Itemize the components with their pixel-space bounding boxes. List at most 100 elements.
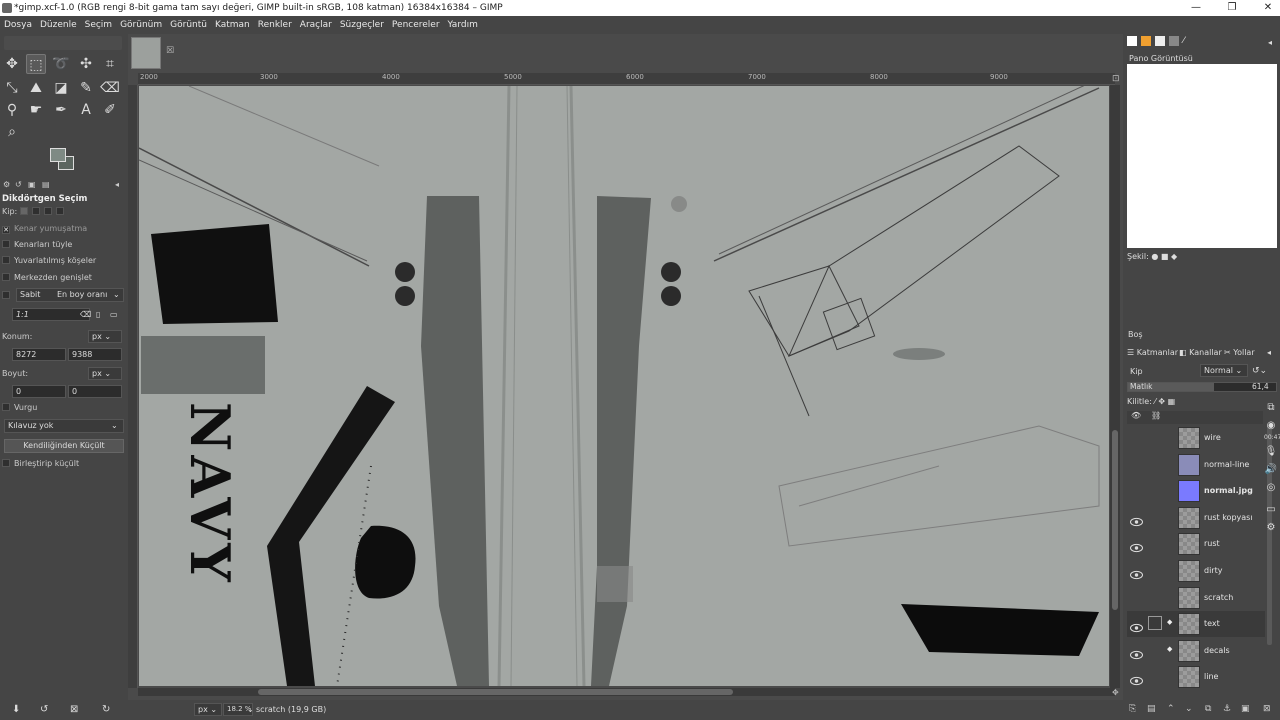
paintbrush-tool-icon[interactable]: ✎	[76, 78, 96, 98]
rounded-checkbox[interactable]	[2, 256, 10, 264]
layer-row[interactable]: rust kopyası	[1127, 505, 1265, 531]
layer-name[interactable]: scratch	[1204, 585, 1233, 611]
lock-pixels-icon[interactable]: ⁄	[1154, 397, 1155, 406]
layer-link-icon[interactable]: ◆	[1167, 618, 1172, 626]
fixed-dropdown[interactable]: Sabit En boy oranı ⌄	[16, 288, 124, 302]
autoshrink-button[interactable]: Kendiliğinden Küçült	[4, 439, 124, 453]
delete-layer-icon[interactable]: ⊠	[1263, 704, 1271, 714]
unit-select[interactable]: px ⌄	[194, 703, 222, 716]
anchor-layer-icon[interactable]: ⚓	[1223, 704, 1231, 714]
color-picker-icon[interactable]: ✐	[100, 100, 120, 120]
antialias-option[interactable]: ✕ Kenar yumuşatma	[2, 224, 87, 234]
layer-name[interactable]: rust	[1204, 531, 1220, 557]
antialias-checkbox[interactable]: ✕	[2, 226, 10, 234]
move-tool-icon[interactable]: ✥	[2, 54, 22, 74]
menu-yardim[interactable]: Yardım	[444, 16, 482, 34]
speaker-icon[interactable]: 🔊	[1264, 464, 1278, 478]
guides-dropdown[interactable]: Kılavuz yok ⌄	[4, 419, 124, 433]
minimize-button[interactable]: —	[1184, 0, 1208, 16]
zoom-tool-icon[interactable]: ⌕	[2, 122, 22, 142]
raise-layer-icon[interactable]: ⌃	[1167, 704, 1175, 714]
ratio-field[interactable]: 1:1	[12, 308, 90, 321]
visibility-eye-icon[interactable]	[1130, 592, 1143, 602]
layer-row[interactable]: normal-line	[1127, 452, 1265, 478]
dock-menu-icon[interactable]: ◂	[1268, 38, 1272, 47]
layer-link-icon[interactable]: ◆	[1167, 645, 1172, 653]
gear-icon[interactable]: ⚙	[1264, 522, 1278, 536]
position-unit-select[interactable]: px ⌄	[88, 330, 122, 343]
diamond-shape-icon[interactable]: ◆	[1171, 252, 1177, 261]
opacity-slider[interactable]: Matlık 61,4	[1127, 382, 1277, 392]
visibility-eye-icon[interactable]	[1130, 538, 1143, 553]
save-options-icon[interactable]: ⬇	[12, 704, 20, 715]
window-icon[interactable]: ▭	[1264, 504, 1278, 518]
visibility-eye-icon[interactable]	[1130, 512, 1143, 526]
horizontal-scroll-thumb[interactable]	[258, 689, 733, 695]
tool-options-tab-icon[interactable]: ⚙	[3, 180, 10, 189]
position-x-input[interactable]: 8272	[12, 348, 66, 361]
camera-icon[interactable]: ⧉	[1264, 402, 1278, 416]
mode-replace-icon[interactable]	[19, 207, 28, 215]
visibility-eye-icon[interactable]	[1130, 432, 1143, 442]
vertical-scrollbar[interactable]	[1110, 85, 1120, 688]
layer-chain-box[interactable]	[1148, 616, 1162, 631]
restore-options-icon[interactable]: ↺	[40, 704, 48, 715]
menu-araclar[interactable]: Araçlar	[296, 16, 336, 34]
foreground-color[interactable]	[50, 148, 66, 162]
tab-paths[interactable]: ✂ Yollar	[1224, 346, 1255, 360]
layer-row[interactable]: wire	[1127, 425, 1265, 451]
visibility-eye-icon[interactable]	[1130, 645, 1143, 659]
layer-mode-dropdown[interactable]: Normal ⌄	[1200, 364, 1248, 377]
close-tab-icon[interactable]: ☒	[166, 46, 174, 56]
visibility-eye-icon[interactable]	[1130, 485, 1143, 495]
webcam-icon[interactable]: ◎	[1264, 482, 1278, 496]
layer-name[interactable]: rust kopyası	[1204, 505, 1253, 531]
warp-tool-icon[interactable]: ⛰	[26, 78, 46, 98]
brushes-tab-icon[interactable]	[1127, 36, 1137, 46]
size-height-input[interactable]: 0	[68, 385, 122, 398]
restore-button[interactable]: ❐	[1220, 0, 1244, 16]
layer-name[interactable]: wire	[1204, 425, 1221, 451]
undo-history-tab-icon[interactable]: ▣	[28, 180, 36, 189]
menu-suzgecler[interactable]: Süzgeçler	[336, 16, 388, 34]
chevron-down-icon[interactable]: ⌄	[247, 700, 254, 720]
crop-tool-icon[interactable]: ⌗	[100, 54, 120, 74]
mode-switch-icon[interactable]: ↺⌄	[1252, 366, 1267, 376]
tab-channels[interactable]: ◧ Kanallar	[1179, 346, 1222, 360]
menu-goruntu[interactable]: Görüntü	[166, 16, 211, 34]
rect-select-tool-icon[interactable]: ⬚	[26, 54, 46, 74]
square-shape-icon[interactable]: ■	[1161, 252, 1169, 261]
portrait-icon[interactable]: ▯	[96, 310, 100, 319]
eraser-tool-icon[interactable]: ⌫	[100, 78, 120, 98]
image-canvas[interactable]: NAVY	[139, 86, 1109, 686]
mic-icon[interactable]: 🎙	[1264, 446, 1278, 460]
mode-add-icon[interactable]	[31, 207, 40, 215]
layer-name[interactable]: normal.jpg	[1204, 478, 1253, 504]
smudge-tool-icon[interactable]: ☛	[26, 100, 46, 120]
size-width-input[interactable]: 0	[12, 385, 66, 398]
bucket-fill-icon[interactable]: ◪	[51, 78, 71, 98]
images-tab-icon[interactable]: ▤	[42, 180, 50, 189]
menu-duzenle[interactable]: Düzenle	[36, 16, 81, 34]
menu-dosya[interactable]: Dosya	[0, 16, 36, 34]
device-status-tab-icon[interactable]: ↺	[15, 180, 22, 189]
document-history-tab-icon[interactable]	[1169, 36, 1179, 46]
feather-checkbox[interactable]	[2, 240, 10, 248]
layer-row[interactable]: normal.jpg	[1127, 478, 1265, 504]
horizontal-ruler[interactable]: 2000 3000 4000 5000 6000 7000 8000 9000	[138, 73, 1115, 85]
expand-center-option[interactable]: Merkezden genişlet	[2, 273, 92, 282]
new-group-icon[interactable]: ▤	[1147, 704, 1156, 714]
layer-name[interactable]: line	[1204, 664, 1218, 690]
mode-intersect-icon[interactable]	[55, 207, 64, 215]
visibility-eye-icon[interactable]	[1130, 459, 1143, 469]
reset-options-icon[interactable]: ↻	[102, 704, 110, 715]
circle-shape-icon[interactable]: ●	[1151, 252, 1158, 261]
menu-renkler[interactable]: Renkler	[254, 16, 296, 34]
menu-katman[interactable]: Katman	[211, 16, 254, 34]
position-y-input[interactable]: 9388	[68, 348, 122, 361]
vertical-ruler[interactable]	[128, 85, 138, 688]
tab-menu-icon[interactable]: ◂	[1267, 346, 1271, 360]
fixed-option[interactable]	[2, 291, 14, 300]
new-layer-icon[interactable]: ⎘	[1129, 704, 1136, 714]
mode-subtract-icon[interactable]	[43, 207, 52, 215]
